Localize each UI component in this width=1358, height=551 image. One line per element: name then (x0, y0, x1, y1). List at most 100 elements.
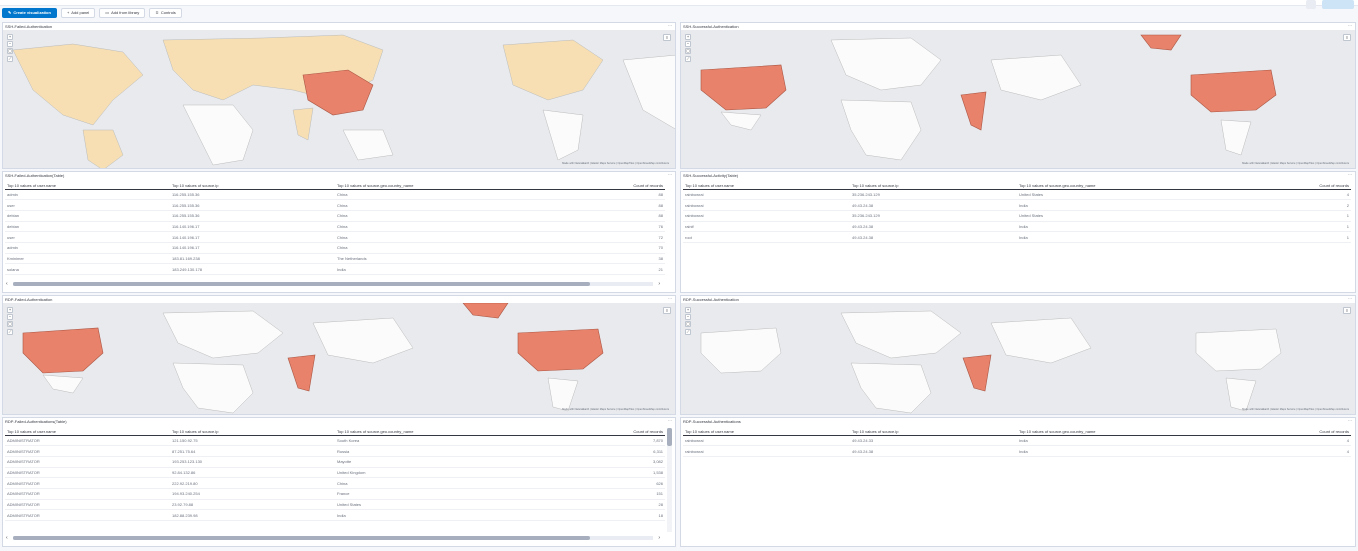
add-panel-button[interactable]: + Add panel (60, 8, 96, 18)
panel-title: RDP-Successful-Authentications (683, 419, 741, 424)
fit-bounds-icon[interactable]: ▢ (685, 48, 691, 54)
cell: United States (1017, 210, 1271, 222)
cell: 116.140.196.17 (170, 221, 335, 233)
column-header[interactable]: Top 10 values of user.name (683, 182, 850, 190)
layers-icon[interactable]: ≡ (1343, 34, 1351, 41)
zoom-out-icon[interactable]: − (685, 41, 691, 47)
draw-tool-icon[interactable]: ⟋ (7, 56, 13, 62)
column-header[interactable]: Top 10 values of source.geo.country_name (335, 428, 586, 436)
column-header[interactable]: Count of records (585, 182, 665, 190)
zoom-in-icon[interactable]: + (7, 34, 13, 40)
horizontal-scrollbar[interactable]: ‹ › (5, 535, 661, 541)
zoom-out-icon[interactable]: − (685, 314, 691, 320)
cell: India (335, 263, 586, 275)
cell: 49.43.24.38 (850, 199, 1017, 211)
draw-tool-icon[interactable]: ⟋ (7, 329, 13, 335)
panel-options-icon[interactable]: ⋯ (668, 418, 672, 424)
cell: United States (335, 499, 586, 511)
fit-bounds-icon[interactable]: ▢ (7, 48, 13, 54)
panel-options-icon[interactable]: ⋯ (1348, 296, 1352, 302)
dashboard-grid: SSH-Failed-Authentication ⋯ + − ▢ ⟋ ≡ Ma… (2, 22, 1356, 549)
zoom-in-icon[interactable]: + (7, 307, 13, 313)
column-header[interactable]: Top 10 values of source.geo.country_name (1017, 428, 1271, 436)
cell: India (1017, 231, 1271, 243)
table-row: debian 116.140.196.17 China 76 (5, 221, 665, 233)
column-header[interactable]: Top 10 values of user.name (683, 428, 850, 436)
cell: debian (5, 210, 170, 222)
scroll-left-icon[interactable]: ‹ (6, 281, 8, 287)
panel-ssh-failed-map: SSH-Failed-Authentication ⋯ + − ▢ ⟋ ≡ Ma… (2, 22, 676, 169)
fit-bounds-icon[interactable]: ▢ (685, 321, 691, 327)
column-header[interactable]: Top 10 values of source.ip (170, 428, 335, 436)
column-header[interactable]: Top 10 values of source.ip (850, 428, 1017, 436)
map-attribution: Made with NaturalEarth | Elastic Maps Se… (1242, 162, 1349, 165)
panel-options-icon[interactable]: ⋯ (668, 296, 672, 302)
world-map (681, 30, 1355, 168)
column-header[interactable]: Top 10 values of source.ip (170, 182, 335, 190)
draw-tool-icon[interactable]: ⟋ (685, 56, 691, 62)
layers-icon[interactable]: ≡ (663, 34, 671, 41)
cell: 116.255.155.36 (170, 210, 335, 222)
table-row: admin 116.140.196.17 China 70 (5, 242, 665, 254)
table-row: user 116.255.155.36 China 88 (5, 199, 665, 211)
table-row: solana 183.249.130.178 India 21 (5, 263, 665, 275)
column-header[interactable]: Top 10 values of user.name (5, 428, 170, 436)
table-row: ADMINISTRATOR 92.84.132.86 United Kingdom 1… (5, 467, 665, 479)
zoom-out-icon[interactable]: − (7, 314, 13, 320)
add-from-library-button[interactable]: ▭ Add from library (99, 8, 146, 18)
panel-options-icon[interactable]: ⋯ (1348, 418, 1352, 424)
cell: South Korea (335, 435, 586, 447)
create-visualization-button[interactable]: ✎ Create visualization (2, 8, 57, 18)
table-row: rainbowrai 49.43.24.33 India 4 (683, 435, 1351, 447)
scroll-right-icon[interactable]: › (658, 281, 660, 287)
cell: rainbowrai (683, 445, 850, 457)
controls-label: Controls (160, 10, 176, 15)
controls-button[interactable]: ⚟ Controls (149, 8, 182, 18)
column-header[interactable]: Top 10 values of source.geo.country_name (1017, 182, 1271, 190)
pencil-icon: ✎ (8, 10, 12, 15)
map-ssh-success[interactable]: + − ▢ ⟋ ≡ Made with NaturalEarth | Elast… (681, 30, 1355, 168)
panel-options-icon[interactable]: ⋯ (668, 23, 672, 29)
panel-options-icon[interactable]: ⋯ (1348, 172, 1352, 178)
table-row: rainbowrai 49.43.24.38 India 2 (683, 199, 1351, 211)
table-row: ADMINISTRATOR 182.88.239.98 India 18 (5, 509, 665, 521)
cell: 49.43.24.38 (850, 445, 1017, 457)
vertical-scrollbar[interactable] (667, 428, 672, 532)
column-header[interactable]: Count of records (585, 428, 665, 436)
layers-icon[interactable]: ≡ (663, 307, 671, 314)
scroll-right-icon[interactable]: › (658, 535, 660, 541)
horizontal-scrollbar[interactable]: ‹ › (5, 281, 661, 287)
cell: 116.140.196.17 (170, 242, 335, 254)
map-ssh-failed[interactable]: + − ▢ ⟋ ≡ Made with NaturalEarth | Elast… (3, 30, 675, 168)
cell: ADMINISTRATOR (5, 477, 170, 489)
cell: 121.150.92.75 (170, 435, 335, 447)
zoom-in-icon[interactable]: + (685, 34, 691, 40)
cell: admin (5, 242, 170, 254)
table-row: rainbowrai 35.236.243.129 United States 4 (683, 189, 1351, 201)
top-right-secondary-button[interactable] (1306, 0, 1316, 9)
cell: 6,311 (585, 445, 665, 457)
layers-icon[interactable]: ≡ (1343, 307, 1351, 314)
cell: 183.249.130.178 (170, 263, 335, 275)
column-header[interactable]: Count of records (1270, 182, 1351, 190)
map-rdp-success[interactable]: + − ▢ ⟋ ≡ Made with NaturalEarth | Elast… (681, 303, 1355, 414)
zoom-in-icon[interactable]: + (685, 307, 691, 313)
table-row: root 49.43.24.38 India 1 (683, 231, 1351, 243)
scroll-left-icon[interactable]: ‹ (6, 535, 8, 541)
cell: 222.92.219.80 (170, 477, 335, 489)
column-header[interactable]: Top 10 values of source.geo.country_name (335, 182, 586, 190)
cell: Russia (335, 445, 586, 457)
column-header[interactable]: Count of records (1270, 428, 1351, 436)
panel-options-icon[interactable]: ⋯ (1348, 23, 1352, 29)
cell: user (5, 231, 170, 243)
fit-bounds-icon[interactable]: ▢ (7, 321, 13, 327)
map-rdp-failed[interactable]: + − ▢ ⟋ ≡ Made with NaturalEarth | Elast… (3, 303, 675, 414)
panel-options-icon[interactable]: ⋯ (668, 172, 672, 178)
column-header[interactable]: Top 10 values of source.ip (850, 182, 1017, 190)
data-table: Top 10 values of user.name Top 10 values… (683, 182, 1351, 243)
zoom-out-icon[interactable]: − (7, 41, 13, 47)
top-right-primary-button[interactable] (1322, 0, 1354, 9)
map-attribution: Made with NaturalEarth | Elastic Maps Se… (562, 162, 669, 165)
column-header[interactable]: Top 10 values of user.name (5, 182, 170, 190)
draw-tool-icon[interactable]: ⟋ (685, 329, 691, 335)
